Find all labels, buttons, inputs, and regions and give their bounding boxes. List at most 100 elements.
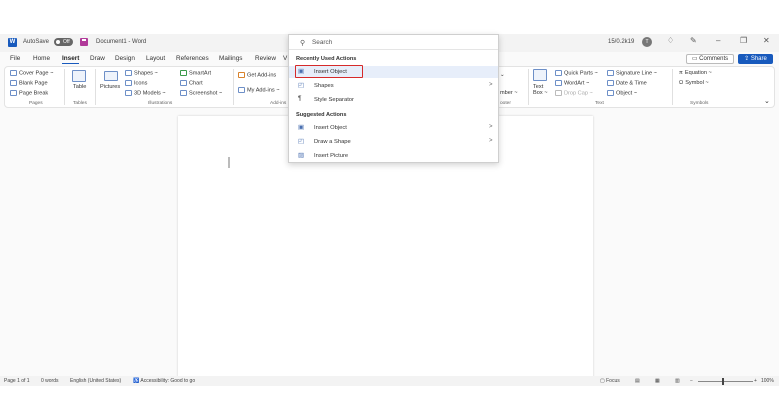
tab-home[interactable]: Home bbox=[33, 55, 50, 62]
tab-draw[interactable]: Draw bbox=[90, 55, 105, 62]
zoom-level[interactable]: 100% bbox=[761, 378, 774, 384]
blank-page-button[interactable]: Blank Page bbox=[10, 80, 48, 86]
accessibility-icon: ♿ bbox=[133, 378, 140, 384]
icons-button[interactable]: Icons bbox=[125, 80, 147, 86]
group-divider bbox=[64, 69, 65, 105]
wordart-button[interactable]: WordArt ~ bbox=[555, 80, 589, 86]
zoom-slider[interactable] bbox=[698, 381, 753, 382]
accessibility-status[interactable]: ♿ Accessibility: Good to go bbox=[133, 378, 195, 384]
quick-parts-button[interactable]: Quick Parts ~ bbox=[555, 70, 598, 76]
share-button[interactable]: ⇪ Share bbox=[738, 54, 773, 64]
web-layout-icon[interactable]: ▥ bbox=[675, 378, 680, 384]
recent-actions-heading: Recently Used Actions bbox=[296, 56, 357, 62]
table-icon[interactable] bbox=[72, 70, 86, 82]
signature-line-button[interactable]: Signature Line ~ bbox=[607, 70, 657, 76]
text-box-button[interactable]: Text Box ~ bbox=[533, 84, 551, 96]
quick-parts-label: Quick Parts ~ bbox=[564, 70, 598, 77]
icons-icon bbox=[125, 80, 132, 86]
pictures-button[interactable]: Pictures bbox=[100, 84, 120, 90]
screenshot-button[interactable]: Screenshot ~ bbox=[180, 90, 222, 96]
symbol-button[interactable]: Ω Symbol ~ bbox=[679, 80, 709, 86]
collapse-ribbon-icon[interactable]: ⌄ bbox=[764, 97, 770, 105]
group-divider bbox=[95, 69, 96, 105]
screenshot-icon bbox=[180, 90, 187, 96]
object-button[interactable]: Object ~ bbox=[607, 90, 637, 96]
group-label-text: Text bbox=[595, 101, 604, 106]
chevron-down-icon[interactable]: ⌄ bbox=[500, 72, 505, 78]
blank-page-icon bbox=[10, 80, 17, 86]
pen-icon[interactable]: ✎ bbox=[690, 36, 697, 45]
word-logo-icon: W bbox=[8, 38, 17, 47]
suggested-action-label: Insert Picture bbox=[314, 153, 349, 159]
suggested-action-label: Insert Object bbox=[314, 125, 347, 131]
search-input[interactable] bbox=[312, 38, 482, 47]
avatar[interactable]: T bbox=[642, 37, 652, 47]
table-button[interactable]: Table bbox=[73, 84, 86, 90]
share-label: Share bbox=[750, 56, 767, 62]
tab-view[interactable]: V bbox=[283, 55, 287, 62]
zoom-slider-thumb[interactable] bbox=[722, 378, 724, 385]
group-label-symbols: Symbols bbox=[690, 101, 709, 106]
cover-page-icon bbox=[10, 70, 17, 76]
zoom-in-icon[interactable]: + bbox=[754, 378, 757, 384]
chart-button[interactable]: Chart bbox=[180, 80, 203, 86]
focus-label: Focus bbox=[606, 378, 620, 384]
get-add-ins-button[interactable]: Get Add-ins bbox=[238, 72, 276, 78]
suggested-actions-heading: Suggested Actions bbox=[296, 112, 347, 118]
screenshot-label: Screenshot ~ bbox=[189, 90, 223, 97]
minimize-icon[interactable]: – bbox=[716, 36, 720, 45]
page-break-label: Page Break bbox=[19, 90, 49, 97]
highlight-box bbox=[295, 65, 363, 78]
comments-label: Comments bbox=[699, 56, 729, 62]
close-icon[interactable]: ✕ bbox=[763, 36, 770, 45]
autosave-toggle[interactable]: Off bbox=[54, 38, 73, 46]
drop-cap-button[interactable]: Drop Cap ~ bbox=[555, 90, 593, 96]
3d-models-button[interactable]: 3D Models ~ bbox=[125, 90, 166, 96]
tab-references[interactable]: References bbox=[176, 55, 209, 62]
wordart-label: WordArt ~ bbox=[564, 80, 590, 87]
zoom-out-icon[interactable]: − bbox=[690, 378, 693, 384]
page-break-button[interactable]: Page Break bbox=[10, 90, 48, 96]
equation-button[interactable]: π Equation ~ bbox=[679, 70, 712, 76]
accessibility-label: Accessibility: Good to go bbox=[140, 378, 196, 384]
tab-review[interactable]: Review bbox=[255, 55, 276, 62]
pictures-icon[interactable] bbox=[104, 71, 118, 81]
group-label-tables: Tables bbox=[73, 101, 87, 106]
text-box-icon[interactable] bbox=[533, 69, 547, 81]
calendar-icon bbox=[607, 80, 614, 86]
comments-button[interactable]: ▭ Comments bbox=[686, 54, 734, 64]
document-title: Document1 - Word bbox=[96, 39, 147, 45]
save-icon[interactable] bbox=[80, 38, 88, 46]
word-count[interactable]: 0 words bbox=[41, 378, 59, 384]
chevron-right-icon: > bbox=[489, 138, 493, 144]
tab-mailings[interactable]: Mailings bbox=[219, 55, 242, 62]
smartart-icon bbox=[180, 70, 187, 76]
pilcrow-icon: ¶ bbox=[298, 95, 302, 102]
page-break-icon bbox=[10, 90, 17, 96]
tab-insert[interactable]: Insert bbox=[62, 55, 80, 64]
equation-label: Equation ~ bbox=[684, 70, 712, 76]
shapes-button[interactable]: Shapes ~ bbox=[125, 70, 158, 76]
smartart-button[interactable]: SmartArt bbox=[180, 70, 211, 76]
restore-icon[interactable]: ❐ bbox=[740, 36, 747, 45]
date-time-button[interactable]: Date & Time bbox=[607, 80, 647, 86]
focus-button[interactable]: ▢ Focus bbox=[600, 378, 620, 384]
search-icon: ⚲ bbox=[300, 40, 306, 47]
page-count[interactable]: Page 1 of 1 bbox=[4, 378, 30, 384]
omega-icon: Ω bbox=[679, 80, 684, 86]
shapes-label: Shapes ~ bbox=[134, 70, 158, 77]
language[interactable]: English (United States) bbox=[70, 378, 121, 384]
tab-file[interactable]: File bbox=[10, 55, 20, 62]
diamond-icon[interactable]: ♢ bbox=[667, 36, 674, 45]
picture-icon: ▨ bbox=[298, 152, 305, 159]
tab-design[interactable]: Design bbox=[115, 55, 135, 62]
my-add-ins-button[interactable]: My Add-ins ~ bbox=[238, 87, 280, 93]
shapes-icon: ◰ bbox=[298, 138, 305, 145]
tab-layout[interactable]: Layout bbox=[146, 55, 165, 62]
print-layout-icon[interactable]: ▦ bbox=[655, 378, 660, 384]
shapes-icon: ◰ bbox=[298, 82, 305, 89]
cover-page-button[interactable]: Cover Page ~ bbox=[10, 70, 53, 76]
chevron-right-icon: > bbox=[489, 82, 493, 88]
page-number-button[interactable]: mber ~ bbox=[500, 90, 518, 96]
read-mode-icon[interactable]: ▤ bbox=[635, 378, 640, 384]
